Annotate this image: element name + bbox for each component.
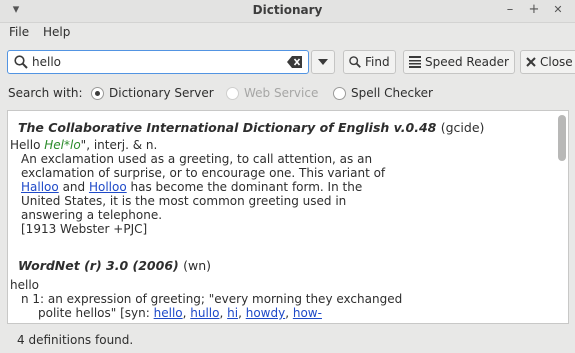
radio-unselected-icon xyxy=(333,86,346,100)
part-of-speech: ", interj. & n. xyxy=(80,138,158,152)
vertical-scrollbar[interactable] xyxy=(558,113,566,321)
search-icon xyxy=(14,55,28,69)
conjunction: and xyxy=(62,180,86,194)
chevron-down-icon xyxy=(318,59,328,65)
link-synonym[interactable]: how- xyxy=(293,306,322,320)
definition-line: answering a telephone. xyxy=(21,208,163,222)
maximize-icon[interactable]: + xyxy=(526,2,542,18)
headword: Hello xyxy=(10,138,41,152)
search-with-label: Search with: xyxy=(8,86,83,100)
dictionary-abbr: (gcide) xyxy=(440,120,485,135)
window-title: Dictionary xyxy=(252,3,323,17)
citation-line: [1913 Webster +PJC] xyxy=(21,222,148,236)
search-with-bar: Search with: Dictionary Server Web Servi… xyxy=(0,84,575,104)
close-icon xyxy=(526,57,536,67)
radio-spell-checker[interactable]: Spell Checker xyxy=(333,86,433,100)
definition-text: has become the dominant form. In the xyxy=(130,180,363,194)
radio-label: Spell Checker xyxy=(351,86,433,100)
sense-line: n 1: an expression of greeting; "every m… xyxy=(21,292,403,306)
sense-line: polite hellos" [syn: hello, hullo, hi, h… xyxy=(38,306,322,320)
definition-line: exclamation of surprise, or to encourage… xyxy=(21,166,386,180)
scrollbar-thumb[interactable] xyxy=(558,115,566,161)
link-halloo[interactable]: Halloo xyxy=(21,180,59,194)
link-synonym[interactable]: howdy xyxy=(246,306,285,320)
toolbar: Find Speed Reader Close xyxy=(0,44,575,82)
menu-bar: File Help xyxy=(0,22,575,42)
dictionary-heading: WordNet (r) 3.0 (2006) (wn) xyxy=(18,258,556,273)
find-icon xyxy=(349,56,361,68)
pronunciation: Hel*lo xyxy=(44,138,81,152)
radio-selected-icon xyxy=(91,86,104,100)
definition-line: An exclamation used as a greeting, to ca… xyxy=(21,152,373,166)
headword-line: Hello Hel*lo", interj. & n. xyxy=(10,138,556,152)
wordnet-entry: WordNet (r) 3.0 (2006) (wn) hello n 1: a… xyxy=(8,258,556,320)
results-text: The Collaborative International Dictiona… xyxy=(8,111,556,323)
menu-help[interactable]: Help xyxy=(43,25,70,39)
find-label: Find xyxy=(365,55,390,69)
link-synonym[interactable]: hi xyxy=(227,306,238,320)
search-box[interactable] xyxy=(7,50,309,74)
dictionary-abbr: (wn) xyxy=(183,258,211,273)
link-synonym[interactable]: hello xyxy=(154,306,183,320)
find-button[interactable]: Find xyxy=(343,50,396,74)
minimize-icon[interactable]: – xyxy=(502,2,518,18)
sense-text: polite hellos" [syn: xyxy=(38,306,150,320)
link-synonym[interactable]: hullo xyxy=(190,306,219,320)
menu-file[interactable]: File xyxy=(9,25,29,39)
dictionary-name: WordNet (r) 3.0 (2006) xyxy=(18,258,179,273)
speed-reader-label: Speed Reader xyxy=(425,55,509,69)
radio-dictionary-server[interactable]: Dictionary Server xyxy=(91,86,214,100)
dictionary-name: The Collaborative International Dictiona… xyxy=(18,120,437,135)
status-bar: 4 definitions found. xyxy=(0,328,575,353)
definition-line: Halloo and Holloo has become the dominan… xyxy=(21,180,556,194)
headword: hello xyxy=(10,278,39,292)
close-label: Close xyxy=(540,55,573,69)
close-button[interactable]: Close xyxy=(520,50,575,74)
close-window-icon[interactable]: ✕ xyxy=(550,2,566,18)
search-history-dropdown[interactable] xyxy=(311,50,335,74)
clear-text-icon[interactable] xyxy=(287,55,303,69)
definition-line: United States, it is the most common gre… xyxy=(21,194,347,208)
speed-reader-icon xyxy=(409,56,421,68)
gcide-entry: The Collaborative International Dictiona… xyxy=(8,120,556,236)
dictionary-heading: The Collaborative International Dictiona… xyxy=(18,120,556,135)
radio-web-service: Web Service xyxy=(226,86,318,100)
results-view[interactable]: The Collaborative International Dictiona… xyxy=(7,110,569,324)
radio-label: Dictionary Server xyxy=(109,86,214,100)
radio-unselected-icon xyxy=(226,86,239,100)
radio-label: Web Service xyxy=(244,86,319,100)
search-input[interactable] xyxy=(32,53,282,71)
status-text: 4 definitions found. xyxy=(17,333,134,347)
speed-reader-button[interactable]: Speed Reader xyxy=(403,50,515,74)
link-holloo[interactable]: Holloo xyxy=(89,180,127,194)
title-bar: ▾ Dictionary – + ✕ xyxy=(0,0,575,23)
